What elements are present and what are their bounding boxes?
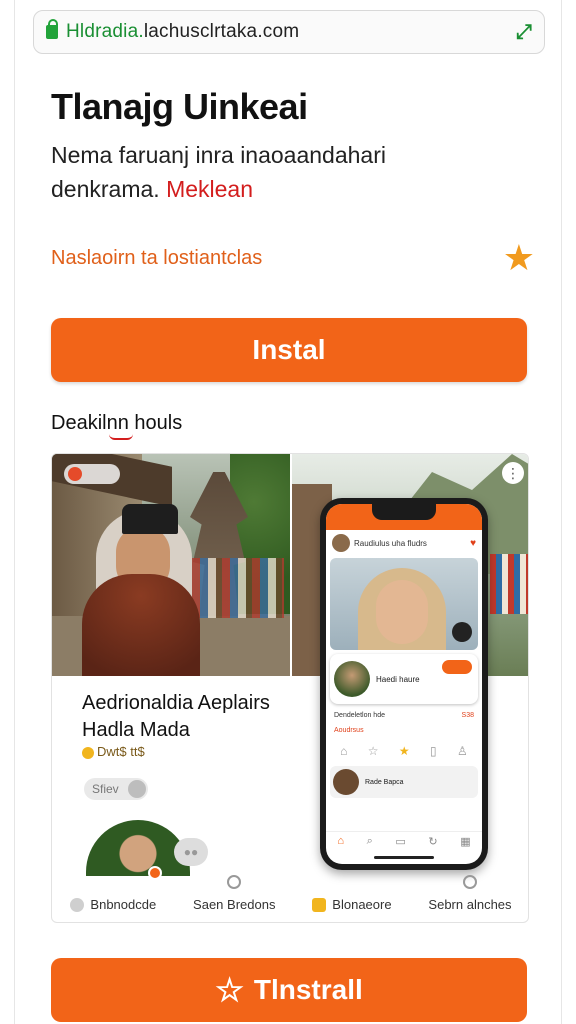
description-line-2: denkrama. Meklean [51,172,521,206]
phone-header: Raudiulus uha fludrs ♥ [326,530,482,556]
url-prefix: Hldradia. [66,21,144,42]
nav-video-icon: ▭ [395,836,406,848]
rating-text[interactable]: Naslaoirn ta lostiantclas [51,247,262,270]
phone-screen: Raudiulus uha fludrs ♥ Haedi haure Dende… [326,504,482,864]
screenshot-photo-left[interactable] [52,454,290,676]
description-prefix: denkrama. [51,176,160,202]
install-button-bottom-label: Tlnstrall [253,974,363,1005]
phone-row-value: S38 [461,712,474,719]
phone-list-text: Rade Bapca [365,778,404,786]
nav-search-icon: ⌕ [366,835,373,847]
phone-bottom-nav: ⌂ ⌕ ▭ ↻ ▦ [326,831,482,848]
phone-mockup: Raudiulus uha fludrs ♥ Haedi haure Dende… [320,498,488,870]
card-meta: Dwt$ tt$ [82,744,145,759]
person-body-shape [82,574,200,676]
install-button-bottom[interactable]: ☆ Tlnstrall [51,958,527,1022]
screenshot-gallery[interactable]: ⋮ Aedrionaldia Aeplairs Hadla Mada Dwt$ … [51,453,529,923]
phone-row-label: Dendeletlon hde [334,712,385,719]
phone-row-sub: Aoudrsus [326,723,482,738]
nav-home-icon: ⌂ [337,835,344,847]
phone-profile-card: Haedi haure [330,654,478,704]
avatar [332,534,350,552]
description-line-1: Nema faruanj inra inaoaandahari [51,142,386,168]
rating-row: Naslaoirn ta lostiantclas ★ [51,240,535,276]
follow-pill [442,660,472,674]
home-indicator [374,856,434,859]
share-icon[interactable]: ⤢ [516,21,532,44]
notification-dot-icon [148,866,162,880]
phone-row: Dendeletlon hde S38 [326,708,482,723]
star-icon[interactable]: ★ [503,240,535,276]
card-meta-text: Dwt$ tt$ [97,744,145,759]
heart-icon: ♥ [470,537,476,549]
description-highlight: Meklean [166,176,253,202]
phone-notch [372,504,436,520]
url-domain: lachusclrtaka.com [143,21,300,42]
tab-2-icon [227,875,242,889]
app-page: Hldradia.lachusclrtaka.com ⤢ Tlanajg Uin… [14,0,562,1024]
phone-row-sub-text: Aoudrsus [334,727,364,734]
tab-4-label: Sebrn alnches [428,897,512,912]
home-icon: ⌂ [340,744,348,758]
tab-4-icon [462,875,477,889]
avatar-phone [334,661,370,697]
badge-dot-icon [68,467,82,481]
url-text[interactable]: Hldradia.lachusclrtaka.com [66,21,299,43]
face-shape-phone [376,580,428,644]
star-outline-icon: ☆ [367,744,379,758]
phone-card-name: Haedi haure [376,674,420,684]
phone-icon-row: ⌂ ☆ ★ ▯ ♙ [326,738,482,764]
app-title: Tlanajg Uinkeai [51,86,308,127]
tab-3[interactable]: Blonaeore [312,897,392,912]
chip-button[interactable]: Sfiev [84,778,148,800]
tab-2[interactable]: Saen Bredons [193,875,276,912]
bookmark-icon: ▯ [430,744,437,758]
tab-1[interactable]: Bnbnodcde [70,897,156,912]
card-title: Aedrionaldia Aeplairs Hadla Mada [82,692,270,741]
tab-2-label: Saen Bredons [193,897,276,912]
camera-icon [452,622,472,642]
user-icon: ♙ [457,744,468,758]
underline-decoration [109,434,133,440]
coin-icon [82,746,94,759]
gallery-tabs: Bnbnodcde Saen Bredons Blonaeore Sebrn a… [52,875,528,922]
address-bar[interactable]: Hldradia.lachusclrtaka.com ⤢ [33,10,545,54]
section-label-text: Deakilnn houls [51,412,183,434]
star-outline-icon: ☆ [215,972,244,1008]
phone-photo [330,558,478,650]
install-button[interactable]: Instal [51,318,527,382]
chip-icon [128,780,146,798]
tab-1-icon [70,897,85,912]
info-icon[interactable]: ⋮ [502,462,524,484]
crowd-shape [192,558,284,618]
crowd-shape-right [490,554,528,614]
tab-1-label: Bnbnodcde [90,897,157,912]
lock-icon [46,19,58,39]
cap-shape [122,504,178,534]
list-thumb [333,769,359,795]
phone-header-text: Raudiulus uha fludrs [354,538,427,548]
phone-list-item: Rade Bapca [330,766,478,798]
tab-3-icon [312,897,327,912]
tab-4[interactable]: Sebrn alnches [428,875,512,912]
star-filled-icon: ★ [398,744,410,758]
nav-grid-icon: ▦ [460,836,471,848]
chip-label: Sfiev [92,782,119,796]
tab-3-label: Blonaeore [332,897,392,912]
nav-refresh-icon: ↻ [428,836,438,848]
photo-badge [64,464,120,484]
app-description: Nema faruanj inra inaoaandahari denkrama… [51,138,521,206]
section-label: Deakilnn houls [51,412,183,440]
chat-bubble-icon[interactable]: ●● [174,838,208,866]
